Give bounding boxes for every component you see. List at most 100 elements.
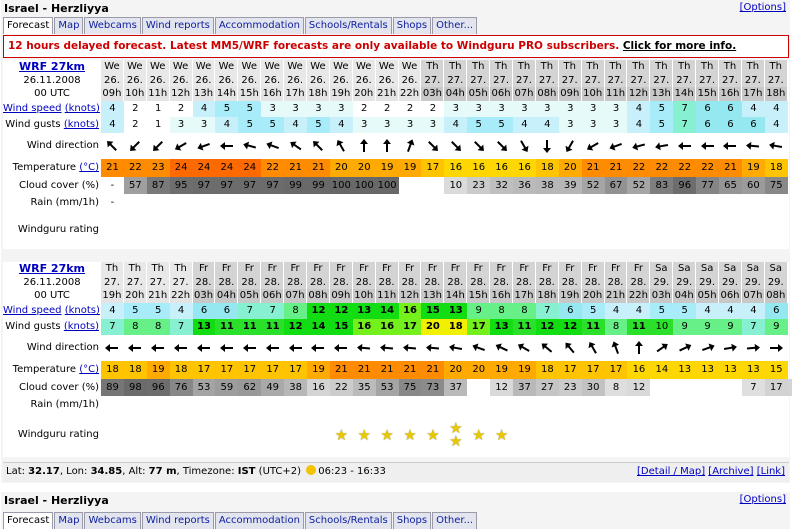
tab-other[interactable]: Other... <box>432 17 478 34</box>
knots-link[interactable]: (knots) <box>64 321 99 332</box>
link-link[interactable]: [Link] <box>757 466 785 477</box>
wind-speed-row-cell: 5 <box>123 303 147 319</box>
wind-arrow-icon <box>425 343 439 352</box>
temperature-label: Temperature <box>12 364 77 375</box>
wind-speed-row-cell: 6 <box>192 303 216 319</box>
tab-shops[interactable]: Shops <box>392 512 432 529</box>
wind-speed-row-cell: 3 <box>329 101 353 117</box>
cloud-cover-row-cell: 76 <box>169 379 193 396</box>
wind-gusts-row-cell: 3 <box>375 117 399 133</box>
options-link[interactable]: [Options] <box>740 2 786 13</box>
model-link[interactable]: WRF 27km <box>19 60 85 73</box>
header-cell: 28. <box>513 276 536 289</box>
wind-arrow-cell <box>605 335 628 361</box>
header-cell: 27. <box>101 276 124 289</box>
rating-cell <box>124 413 147 457</box>
wind-speed-row: Wind speed (knots) 4 2 1 2 4 5 5 3 3 3 3 2 2 2 2 3 3 3 3 3 3 3… <box>3 101 789 117</box>
header-cell: 28. <box>398 276 422 289</box>
header-cell: 07h <box>741 289 765 303</box>
cloud-cover-row-cell: 75 <box>764 177 788 194</box>
archive-link[interactable]: [Archive] <box>708 466 753 477</box>
rain-row-cell <box>193 194 216 211</box>
celsius-link[interactable]: (°C) <box>79 364 99 375</box>
header-cell: Fr <box>352 262 376 276</box>
temperature-row-cell: 18 <box>764 159 788 177</box>
rain-row-cell <box>467 194 490 211</box>
header-cell: 09h <box>558 87 582 101</box>
wind-arrow-cell <box>124 335 147 361</box>
knots-link[interactable]: (knots) <box>64 119 99 130</box>
cloud-cover-row-cell: 12 <box>627 379 651 396</box>
header-cell: 27. <box>741 74 765 87</box>
header-cell: 28. <box>627 276 651 289</box>
header-cell: We <box>101 60 124 74</box>
rating-label: Windguru rating <box>17 429 99 440</box>
wind-speed-link[interactable]: Wind speed <box>3 103 62 114</box>
wind-speed-row-cell: 4 <box>604 303 628 319</box>
cloud-cover-row-cell: 37 <box>444 379 468 396</box>
tab-webcams[interactable]: Webcams <box>84 17 141 34</box>
wind-arrow-icon <box>242 344 256 352</box>
more-info-link[interactable]: Click for more info. <box>623 40 736 52</box>
forecast-table-2: WRF 27km 26.11.2008 00 UTC Th Th Th Th Fr Fr Fr Fr… <box>3 262 792 457</box>
wind-gusts-row-cell: 20 <box>421 319 445 335</box>
tab-accommodation[interactable]: Accommodation <box>214 17 304 34</box>
rain-row-cell <box>444 396 467 413</box>
tab-forecast[interactable]: Forecast <box>3 17 54 34</box>
tab-wind-reports[interactable]: Wind reports <box>141 512 214 529</box>
cloud-cover-row-cell: 59 <box>215 379 239 396</box>
wind-arrow-icon <box>518 343 531 352</box>
wind-speed-row-cell: 3 <box>535 101 559 117</box>
wind-speed-link[interactable]: Wind speed <box>3 305 62 316</box>
wind-arrow-cell <box>101 133 124 159</box>
wind-arrow-icon <box>678 343 692 352</box>
header-cell: Th <box>741 60 765 74</box>
cloud-cover-row-cell <box>719 379 742 396</box>
temperature-row-cell: 20 <box>329 159 353 177</box>
temperature-row-cell: 18 <box>535 361 559 379</box>
wind-speed-row-cell: 6 <box>215 303 239 319</box>
wind-speed-row-cell: 4 <box>627 101 651 117</box>
row-label: Wind speed (knots) <box>3 101 101 117</box>
wind-speed-row-cell: 5 <box>215 101 239 117</box>
temperature-row-cell: 24 <box>169 159 193 177</box>
tab-schools-rentals[interactable]: Schools/Rentals <box>304 512 392 529</box>
header-cell: 11h <box>375 289 399 303</box>
celsius-link[interactable]: (°C) <box>79 162 99 173</box>
header-cell: Sa <box>719 262 742 276</box>
wind-arrow-icon <box>632 142 645 151</box>
wind-speed-row-cell: 3 <box>284 101 308 117</box>
tab-forecast[interactable]: Forecast <box>3 512 54 529</box>
header-cell: 16h <box>719 87 742 101</box>
tab-webcams[interactable]: Webcams <box>84 512 141 529</box>
tab-schools-rentals[interactable]: Schools/Rentals <box>304 17 392 34</box>
footer-links: [Detail / Map] [Archive] [Link] <box>637 463 785 481</box>
wind-speed-row-cell: 3 <box>558 101 582 117</box>
rain-row-cell <box>444 194 467 211</box>
detail-map-link[interactable]: [Detail / Map] <box>637 466 705 477</box>
header-rows: WRF 27km 26.11.2008 00 UTC We We We We We We We We… <box>3 60 789 101</box>
knots-link[interactable]: (knots) <box>65 103 100 114</box>
options-link-2[interactable]: [Options] <box>740 494 786 505</box>
wind-gusts-row-cell: 3 <box>398 117 422 133</box>
header-cell: Sa <box>741 262 765 276</box>
tab-map[interactable]: Map <box>54 512 84 529</box>
header-cell: 27. <box>627 74 651 87</box>
row-label: Wind gusts (knots) <box>3 319 101 335</box>
tab-accommodation[interactable]: Accommodation <box>214 512 304 529</box>
tab-shops[interactable]: Shops <box>392 17 432 34</box>
rain-row-cell <box>399 396 422 413</box>
model-link[interactable]: WRF 27km <box>19 262 85 275</box>
wind-arrow-cell <box>353 133 376 159</box>
rain-row-cell <box>284 396 307 413</box>
rain-row-cell <box>559 396 582 413</box>
tab-other[interactable]: Other... <box>432 512 478 529</box>
cloud-cover-row-cell: 23 <box>467 177 491 194</box>
header-cell: 17h <box>513 289 536 303</box>
forecast-panel-2: Israel - Herzliyya [Options] Forecast Map… <box>1 492 790 529</box>
tab-wind-reports[interactable]: Wind reports <box>141 17 214 34</box>
tab-map[interactable]: Map <box>54 17 84 34</box>
rain-row-cell <box>101 396 124 413</box>
wind-arrow-icon <box>611 341 620 354</box>
knots-link[interactable]: (knots) <box>65 305 100 316</box>
